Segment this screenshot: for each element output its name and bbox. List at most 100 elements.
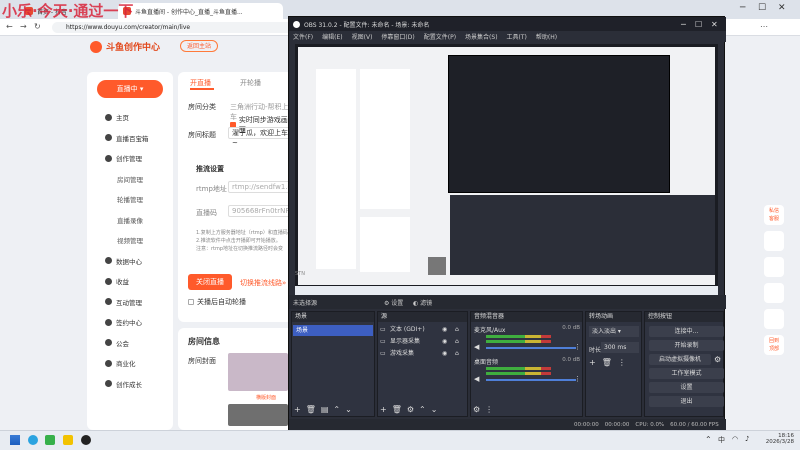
folder-taskbar-icon[interactable] <box>63 435 73 445</box>
close-icon[interactable]: ✕ <box>778 3 786 13</box>
eye-icon[interactable]: ◉ <box>442 348 447 360</box>
right-tool-button[interactable]: 回到 顶部 <box>764 335 784 355</box>
source-item[interactable]: ▭ 显示器采集 ◉ ⌂ <box>378 336 467 348</box>
settings-icon[interactable]: ⚙ <box>407 405 414 414</box>
obs-menu-item[interactable]: 视图(V) <box>352 32 373 41</box>
rtmp-input[interactable]: rtmp://sendfw1.do <box>228 181 296 193</box>
speaker-icon[interactable]: ◀ <box>474 375 479 383</box>
sidebar-item[interactable]: 商业化 <box>105 358 136 368</box>
auto-carousel-checkbox[interactable]: 关播后自动轮播 <box>188 297 246 307</box>
control-button[interactable]: 连接中... <box>649 326 724 337</box>
delete-icon[interactable]: 🗑 <box>602 358 612 367</box>
scene-item[interactable]: 场景 <box>293 325 373 336</box>
sidebar-item[interactable]: 公会 <box>105 338 129 348</box>
sidebar-item[interactable]: 视频管理 <box>117 235 143 245</box>
menu-icon[interactable]: ⋮ <box>574 343 581 351</box>
ime-icon[interactable]: 中 <box>718 435 725 445</box>
transition-select[interactable]: 淡入淡出 ▾ <box>589 326 639 337</box>
move-up-icon[interactable]: ⌃ <box>333 405 340 414</box>
control-button[interactable]: 设置 <box>649 382 724 393</box>
volume-slider[interactable] <box>486 379 576 381</box>
clock[interactable]: 18:16 2026/3/28 <box>762 433 794 445</box>
lock-icon[interactable]: ⌂ <box>455 336 459 348</box>
obs-taskbar-icon[interactable] <box>81 435 91 445</box>
source-item[interactable]: ▭ 游戏采集 ◉ ⌂ <box>378 348 467 360</box>
source-item[interactable]: ▭ 文本 (GDI+) ◉ ⌂ <box>378 324 467 336</box>
obs-menu-item[interactable]: 帮助(H) <box>536 32 557 41</box>
stream-key-input[interactable]: 905668rFn0trNRR <box>228 205 295 217</box>
maximize-icon[interactable]: ☐ <box>695 20 702 29</box>
sidebar-item[interactable]: 创作管理 <box>105 153 142 163</box>
properties-button[interactable]: ⚙ 设置 <box>384 298 403 307</box>
room-title-input[interactable]: 濯子瓜，欢迎上车~ <box>228 127 293 147</box>
lock-icon[interactable]: ⌂ <box>455 348 459 360</box>
obs-menu-item[interactable]: 场景集合(S) <box>465 32 498 41</box>
control-button[interactable]: 启动虚拟摄像机 <box>649 354 711 365</box>
obs-preview[interactable] <box>295 44 718 296</box>
control-button[interactable]: 开始录制 <box>649 340 724 351</box>
close-live-button[interactable]: 关闭直播 <box>188 274 232 290</box>
speaker-icon[interactable]: ◀ <box>474 343 479 351</box>
obs-menu-item[interactable]: 工具(T) <box>507 32 527 41</box>
cover-image[interactable] <box>228 353 288 391</box>
sidebar-item[interactable]: 主页 <box>105 112 129 122</box>
settings-icon[interactable]: ⚙ <box>473 405 480 414</box>
right-tool-button[interactable] <box>764 309 784 329</box>
delete-icon[interactable]: 🗑 <box>306 405 316 414</box>
switch-line-link[interactable]: 切换推流线路» <box>240 278 286 288</box>
move-down-icon[interactable]: ⌄ <box>431 405 438 414</box>
lock-icon[interactable]: ⌂ <box>455 324 459 336</box>
close-icon[interactable]: ✕ <box>711 20 718 29</box>
sidebar-item[interactable]: 房间管理 <box>117 174 143 184</box>
obs-menu-item[interactable]: 编辑(E) <box>322 32 342 41</box>
live-status-button[interactable]: 直播中 ▾ <box>97 80 163 98</box>
sidebar-item[interactable]: 收益 <box>105 276 129 286</box>
virtual-camera-settings-icon[interactable]: ⚙ <box>714 355 721 364</box>
minimize-icon[interactable]: ─ <box>681 20 686 29</box>
eye-icon[interactable]: ◉ <box>442 336 447 348</box>
duration-input[interactable]: 300 ms <box>601 342 639 353</box>
menu-icon[interactable]: ⋮ <box>485 405 493 414</box>
return-main-button[interactable]: 返回主站 <box>180 40 219 52</box>
tab-start-carousel[interactable]: 开轮播 <box>240 78 261 88</box>
add-icon[interactable]: + <box>380 405 387 414</box>
forward-icon[interactable]: → <box>20 22 27 31</box>
sidebar-item[interactable]: 数据中心 <box>105 256 142 266</box>
right-tool-button[interactable] <box>764 231 784 251</box>
sidebar-item[interactable]: 直播百宝箱 <box>105 133 149 143</box>
browser-taskbar-icon[interactable] <box>28 435 38 445</box>
right-tool-button[interactable] <box>764 283 784 303</box>
browser-tab-2[interactable]: 斗鱼直播间 - 创作中心_直播_斗鱼直播... <box>118 3 283 19</box>
extension-icon[interactable]: ⋯ <box>760 22 768 31</box>
sidebar-item[interactable]: 签约中心 <box>105 317 142 327</box>
sidebar-item[interactable]: 轮播管理 <box>117 194 143 204</box>
back-icon[interactable]: ← <box>6 22 13 31</box>
delete-icon[interactable]: 🗑 <box>392 405 402 414</box>
minimize-icon[interactable]: ─ <box>740 3 745 13</box>
reload-icon[interactable]: ↻ <box>34 22 41 31</box>
sidebar-item[interactable]: 直播录像 <box>117 215 143 225</box>
add-icon[interactable]: + <box>294 405 301 414</box>
right-tool-button[interactable] <box>764 257 784 277</box>
wifi-icon[interactable]: ◠ <box>732 435 738 443</box>
control-button[interactable]: 工作室模式 <box>649 368 724 379</box>
tab-start-live[interactable]: 开直播 <box>190 78 211 88</box>
menu-icon[interactable]: ⋮ <box>574 375 581 383</box>
app-taskbar-icon[interactable] <box>45 435 55 445</box>
control-button[interactable]: 退出 <box>649 396 724 407</box>
move-down-icon[interactable]: ⌄ <box>345 405 352 414</box>
filters-button[interactable]: ◐ 滤镜 <box>413 298 432 307</box>
start-icon[interactable] <box>10 435 20 445</box>
add-icon[interactable]: + <box>589 358 596 367</box>
obs-menu-item[interactable]: 停靠窗口(D) <box>381 32 414 41</box>
sidebar-item[interactable]: 互动管理 <box>105 297 142 307</box>
eye-icon[interactable]: ◉ <box>442 324 447 336</box>
maximize-icon[interactable]: ☐ <box>758 3 766 13</box>
volume-slider[interactable] <box>486 347 576 349</box>
move-up-icon[interactable]: ⌃ <box>419 405 426 414</box>
volume-icon[interactable]: ♪ <box>745 435 749 443</box>
right-tool-button[interactable]: 私信 客服 <box>764 205 784 225</box>
tray-chevron-icon[interactable]: ⌃ <box>705 435 712 444</box>
obs-menu-item[interactable]: 配置文件(P) <box>424 32 456 41</box>
sidebar-item[interactable]: 创作成长 <box>105 379 142 389</box>
